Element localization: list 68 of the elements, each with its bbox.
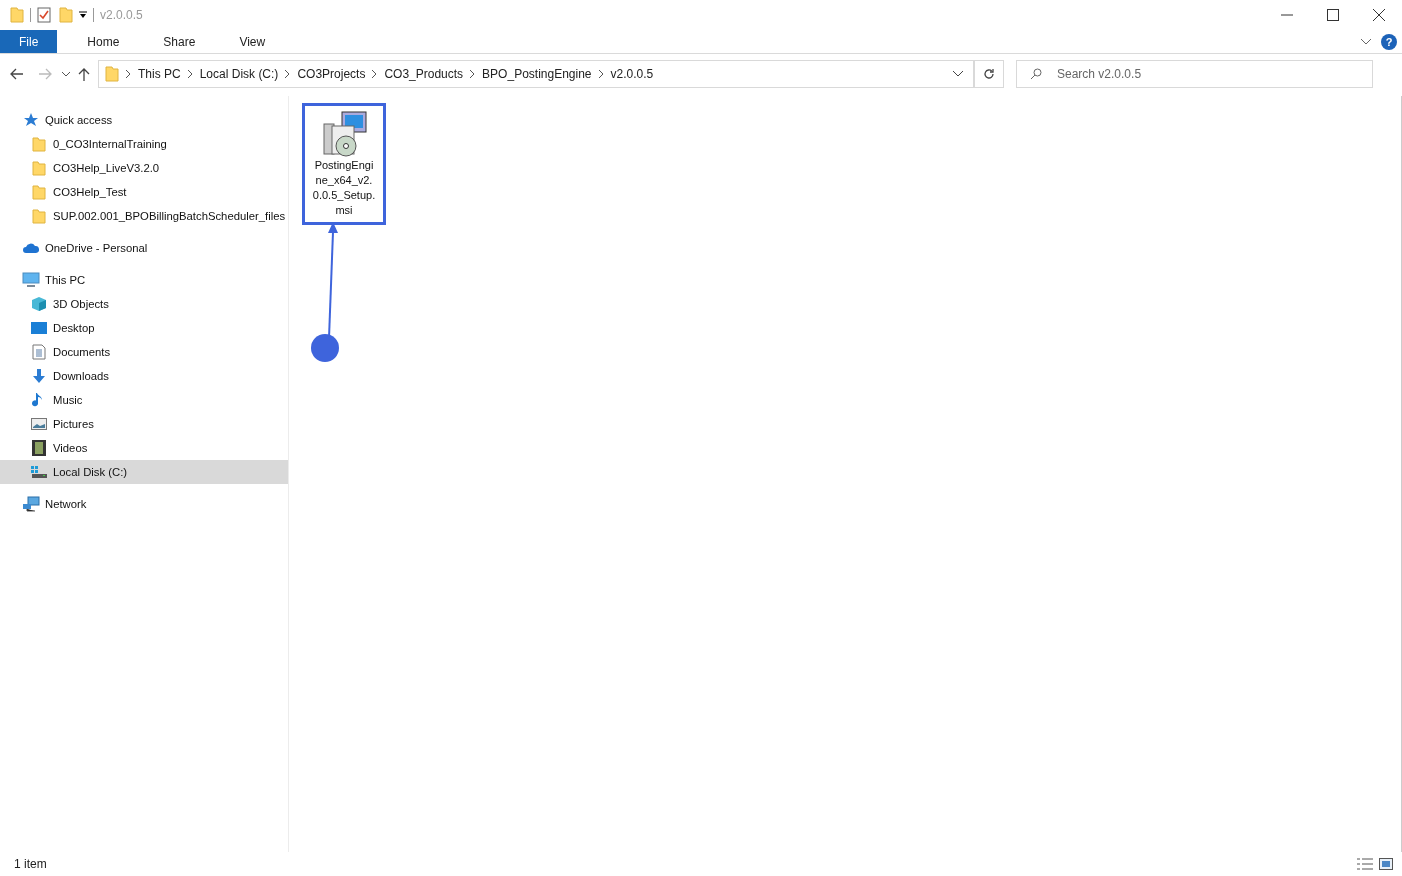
back-arrow-icon[interactable] <box>10 68 24 80</box>
folder-icon <box>30 208 48 224</box>
sidebar-item[interactable]: Music <box>0 388 288 412</box>
chevron-right-icon[interactable] <box>372 67 378 81</box>
picture-icon <box>30 417 48 431</box>
chevron-right-icon[interactable] <box>126 67 131 81</box>
search-field[interactable]: Search v2.0.0.5 <box>1016 60 1373 88</box>
film-icon <box>30 440 48 456</box>
breadcrumb-item[interactable]: CO3Projects <box>297 67 366 81</box>
desktop-icon <box>30 321 48 335</box>
ribbon-tab[interactable]: View <box>225 30 280 53</box>
close-icon[interactable] <box>1373 9 1385 21</box>
folder-icon <box>30 136 48 152</box>
breadcrumb-item[interactable]: BPO_PostingEngine <box>482 67 592 81</box>
sidebar-item[interactable]: Quick access <box>0 108 288 132</box>
folder-icon <box>30 184 48 200</box>
item-count: 1 item <box>14 857 47 871</box>
sidebar-item[interactable]: Downloads <box>0 364 288 388</box>
refresh-icon[interactable] <box>983 68 995 80</box>
chevron-right-icon[interactable] <box>187 67 193 81</box>
chevron-right-icon[interactable] <box>470 67 476 81</box>
sidebar-item[interactable]: CO3Help_Test <box>0 180 288 204</box>
sidebar-item[interactable]: Desktop <box>0 316 288 340</box>
chevron-right-icon[interactable] <box>285 67 291 81</box>
large-icons-view-icon[interactable] <box>1379 858 1393 870</box>
chevron-right-icon[interactable] <box>598 67 604 81</box>
sidebar-item[interactable]: Network <box>0 492 288 516</box>
folder-icon <box>105 66 119 82</box>
properties-icon[interactable] <box>37 7 51 23</box>
sidebar-item[interactable]: CO3Help_LiveV3.2.0 <box>0 156 288 180</box>
help-button[interactable]: ? <box>1381 33 1397 50</box>
ribbon-tab[interactable]: Share <box>149 30 210 53</box>
breadcrumb-item[interactable]: v2.0.0.5 <box>610 67 654 81</box>
disk-icon <box>30 465 48 479</box>
installer-package-icon <box>320 110 368 158</box>
dropdown-icon[interactable] <box>79 11 87 19</box>
breadcrumb-item[interactable]: CO3_Products <box>384 67 464 81</box>
sidebar-item[interactable]: Pictures <box>0 412 288 436</box>
cloud-icon <box>22 242 40 254</box>
window-title: v2.0.0.5 <box>100 8 143 22</box>
breadcrumb-item[interactable]: Local Disk (C:) <box>199 67 279 81</box>
refresh-button[interactable] <box>974 60 1004 88</box>
chevron-down-icon[interactable] <box>1361 38 1371 45</box>
file-name: PostingEngine_x64_v2.0.0.5_Setup.msi <box>312 158 376 218</box>
sidebar-item[interactable]: This PC <box>0 268 288 292</box>
sidebar-item[interactable]: Videos <box>0 436 288 460</box>
chevron-down-icon[interactable] <box>62 71 70 77</box>
up-arrow-icon[interactable] <box>78 67 90 81</box>
maximize-icon[interactable] <box>1327 9 1339 21</box>
cube-icon <box>30 296 48 312</box>
folder-icon <box>30 160 48 176</box>
star-icon <box>22 112 40 128</box>
sidebar-item[interactable]: 0_CO3InternalTraining <box>0 132 288 156</box>
chevron-down-icon[interactable] <box>953 71 963 77</box>
sidebar-item[interactable]: Documents <box>0 340 288 364</box>
ribbon-tab[interactable]: Home <box>73 30 134 53</box>
sidebar-item[interactable]: SUP.002.001_BPOBillingBatchScheduler_files <box>0 204 288 228</box>
breadcrumb-item[interactable]: This PC <box>138 67 181 81</box>
download-icon <box>30 368 48 384</box>
address-bar[interactable]: This PC Local Disk (C:) CO3Projects CO3_Products BPO_PostingEngine v2.0.0.5 <box>98 60 974 88</box>
file-item[interactable]: PostingEngine_x64_v2.0.0.5_Setup.msi <box>302 103 386 225</box>
sidebar-item[interactable]: Local Disk (C:) <box>0 460 288 484</box>
network-icon <box>22 496 40 512</box>
search-icon <box>1030 68 1042 80</box>
document-icon <box>30 344 48 360</box>
sidebar-item[interactable]: 3D Objects <box>0 292 288 316</box>
pc-icon <box>22 272 40 288</box>
sidebar-item[interactable]: OneDrive - Personal <box>0 236 288 260</box>
